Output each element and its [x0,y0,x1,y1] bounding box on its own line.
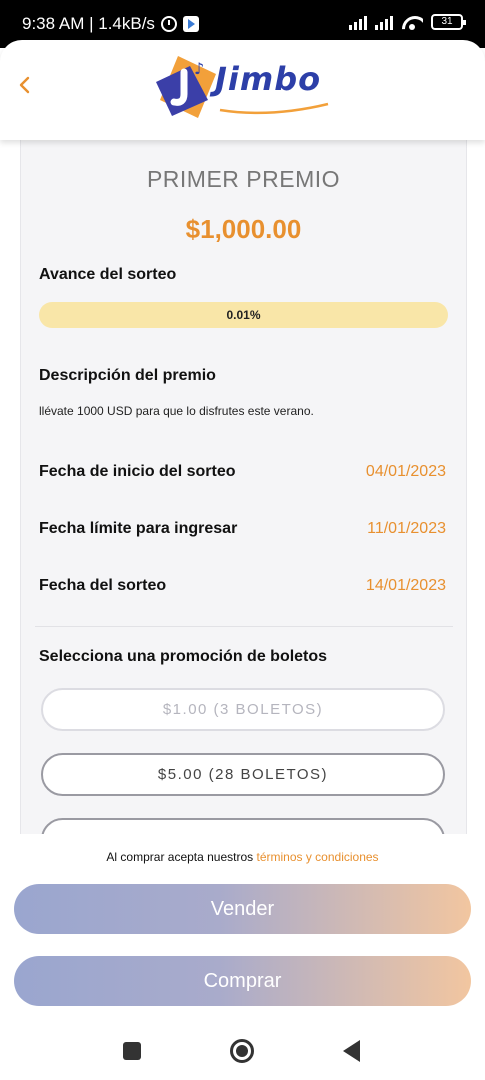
recents-icon[interactable] [123,1042,141,1060]
status-left: 9:38 AM | 1.4kB/s [22,14,199,34]
alarm-icon [160,16,177,32]
description-label: Descripción del premio [39,367,216,384]
jimbo-logo: ♪ Jimbo [150,52,340,122]
system-nav-bar [0,1020,485,1080]
description-text: llévate 1000 USD para que lo disfrutes e… [39,404,314,418]
prize-card: PRIMER PREMIO $1,000.00 Avance del sorte… [20,140,467,834]
prize-amount: $1,000.00 [185,214,302,244]
progress-value: 0.01% [226,308,261,322]
terms-notice: Al comprar acepta nuestros términos y co… [0,850,485,864]
back-button[interactable] [14,70,38,100]
scroll-content[interactable]: PRIMER PREMIO $1,000.00 Avance del sorte… [0,140,485,834]
app-header: ♪ Jimbo [0,40,485,140]
chevron-left-icon [19,76,30,94]
signal-icon-2 [375,14,393,30]
prize-title: PRIMER PREMIO [146,166,341,192]
wifi-icon [401,14,423,30]
progress-bar: 0.01% [39,302,448,328]
play-store-icon [182,16,199,32]
signal-icon [349,14,367,30]
start-date-value: 04/01/2023 [365,463,446,480]
promotion-label: Selecciona una promoción de boletos [39,648,328,665]
terms-link[interactable]: términos y condiciones [257,850,379,864]
divider [35,626,453,627]
status-right: 31 [349,14,466,30]
deadline-date-label: Fecha límite para ingresar [39,520,238,537]
draw-date-label: Fecha del sorteo [39,577,167,594]
promo-option-3[interactable] [41,818,445,834]
home-icon[interactable] [230,1039,254,1063]
start-date-label: Fecha de inicio del sorteo [39,463,236,480]
deadline-date-value: 11/01/2023 [367,520,446,537]
back-triangle-icon[interactable] [343,1040,360,1062]
logo-wordmark: Jimbo [215,60,322,98]
status-time: 9:38 AM | 1.4kB/s [22,14,155,33]
promo-option-1[interactable]: $1.00 (3 BOLETOS) [41,688,445,731]
draw-date-value: 14/01/2023 [365,577,446,594]
svg-text:♪: ♪ [194,59,204,78]
progress-label: Avance del sorteo [39,266,177,283]
promo-option-2[interactable]: $5.00 (28 BOLETOS) [41,753,445,796]
terms-prefix: Al comprar acepta nuestros [106,850,257,864]
battery-icon: 31 [431,14,466,30]
sell-button[interactable]: Vender [14,884,471,934]
buy-button[interactable]: Comprar [14,956,471,1006]
